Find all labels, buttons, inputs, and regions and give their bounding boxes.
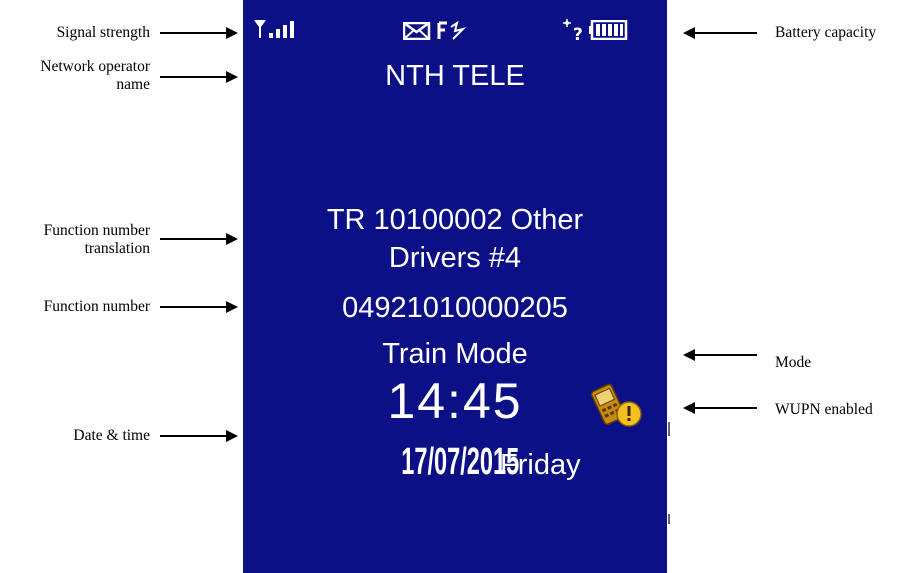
- device-screen: ? NTH TELE TR 10100002 Other Drivers #4 …: [243, 0, 667, 573]
- function-number-value: 04921010000205: [342, 292, 568, 324]
- edge-mark: [668, 422, 670, 436]
- arrow-function-number: [160, 301, 238, 313]
- label-function-translation: Function number translation: [0, 222, 150, 258]
- label-network-operator: Network operator name: [0, 58, 150, 94]
- label-signal-strength: Signal strength: [56, 24, 150, 41]
- arrow-signal-strength: [160, 27, 238, 39]
- signal-icon: [254, 20, 294, 38]
- wupn-warning-icon: [591, 383, 642, 427]
- label-date-time: Date & time: [73, 427, 150, 444]
- label-function-translation-line1: Function number: [43, 222, 150, 239]
- label-function-number: Function number: [43, 298, 150, 315]
- forwarding-icon: [437, 20, 467, 40]
- message-icon: [403, 22, 431, 40]
- arrow-wupn-enabled: [683, 402, 757, 414]
- label-network-operator-line2: name: [116, 76, 150, 93]
- edge-mark: [668, 514, 670, 524]
- function-translation-line1: TR 10100002 Other: [326, 204, 584, 236]
- battery-icon: [589, 20, 628, 40]
- arrow-mode: [683, 349, 757, 361]
- gps-unknown-icon: ?: [563, 19, 583, 42]
- arrow-date-time: [160, 430, 238, 442]
- arrow-function-translation: [160, 233, 238, 245]
- arrow-network-operator: [160, 71, 238, 83]
- svg-text:?: ?: [573, 25, 583, 42]
- label-function-translation-line2: translation: [84, 240, 150, 257]
- arrow-battery-capacity: [683, 27, 757, 39]
- operator-name: NTH TELE: [385, 60, 525, 92]
- label-wupn-enabled: WUPN enabled: [775, 401, 873, 418]
- function-translation-line2: Drivers #4: [388, 242, 522, 274]
- mode-value: Train Mode: [382, 338, 528, 370]
- date-line: 17/07/2015 Friday: [243, 440, 667, 492]
- date-value: 17/07/2015: [401, 441, 520, 483]
- label-network-operator-line1: Network operator: [40, 58, 150, 75]
- label-mode: Mode: [775, 354, 812, 371]
- label-battery-capacity: Battery capacity: [775, 24, 877, 41]
